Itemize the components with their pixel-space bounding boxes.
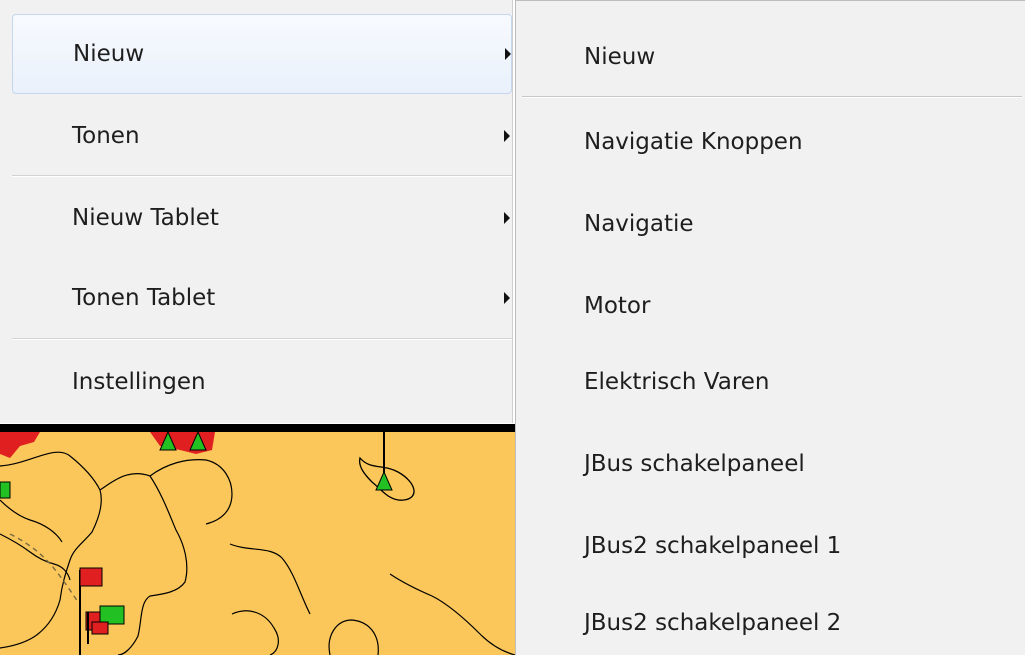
submenu-arrow-icon	[505, 48, 511, 60]
menu-item-tonen-tablet[interactable]: Tonen Tablet	[12, 258, 512, 338]
submenu-item-nieuw[interactable]: Nieuw	[516, 17, 1024, 97]
menu-item-label: Tonen Tablet	[72, 285, 216, 311]
green-flag	[99, 605, 125, 625]
submenu-item-jbus2-schakelpaneel-1[interactable]: JBus2 schakelpaneel 1	[516, 505, 1024, 587]
map-boundary-line	[229, 543, 311, 615]
submenu-item-label: Nieuw	[584, 44, 656, 70]
map-boundary-line	[328, 619, 379, 655]
submenu: Nieuw Navigatie Knoppen Navigatie Motor …	[515, 0, 1025, 655]
menu-item-label: Nieuw Tablet	[72, 205, 219, 231]
menu-separator	[12, 175, 512, 177]
submenu-item-motor[interactable]: Motor	[516, 265, 1024, 347]
menu-item-label: Instellingen	[72, 369, 206, 395]
submenu-item-elektrisch-varen[interactable]: Elektrisch Varen	[516, 341, 1024, 423]
red-flag	[91, 621, 109, 635]
map-graphic	[0, 424, 515, 655]
green-triangle-marker	[375, 470, 393, 491]
submenu-item-label: Motor	[584, 293, 651, 319]
map-boundary-line	[149, 459, 233, 525]
submenu-item-label: Elektrisch Varen	[584, 369, 770, 395]
submenu-item-navigatie[interactable]: Navigatie	[516, 183, 1024, 265]
submenu-item-label: JBus schakelpaneel	[584, 451, 805, 477]
map-boundary-line	[231, 610, 279, 655]
submenu-item-label: JBus2 schakelpaneel 1	[584, 533, 842, 559]
map-red-area	[150, 432, 215, 454]
menu-item-label: Tonen	[72, 123, 140, 149]
map-boundary-line	[0, 533, 71, 581]
submenu-item-navigatie-knoppen[interactable]: Navigatie Knoppen	[516, 101, 1024, 183]
map-boundary-line	[0, 499, 63, 543]
submenu-item-label: Navigatie	[584, 211, 694, 237]
red-flag	[79, 567, 103, 587]
menu-item-tonen[interactable]: Tonen	[12, 96, 512, 176]
menu-item-instellingen[interactable]: Instellingen	[12, 342, 512, 422]
menu-item-nieuw[interactable]: Nieuw	[12, 14, 512, 94]
submenu-item-jbus2-schakelpaneel-2[interactable]: JBus2 schakelpaneel 2	[516, 585, 1024, 655]
map-red-area	[0, 432, 40, 458]
menu-item-nieuw-tablet[interactable]: Nieuw Tablet	[12, 178, 512, 258]
map-boundary-line	[389, 573, 515, 655]
map-top-bar	[0, 424, 515, 432]
submenu-arrow-icon	[504, 212, 510, 224]
context-menu: Nieuw Tonen Nieuw Tablet Tonen Tablet In…	[0, 0, 513, 423]
submenu-item-jbus-schakelpaneel[interactable]: JBus schakelpaneel	[516, 423, 1024, 505]
submenu-separator	[522, 96, 1022, 98]
submenu-item-label: JBus2 schakelpaneel 2	[584, 610, 842, 636]
submenu-arrow-icon	[504, 292, 510, 304]
green-marker	[0, 481, 11, 499]
menu-item-label: Nieuw	[73, 41, 145, 67]
submenu-item-label: Navigatie Knoppen	[584, 129, 803, 155]
chart-map[interactable]	[0, 424, 515, 655]
screen: Nieuw Tonen Nieuw Tablet Tonen Tablet In…	[0, 0, 1025, 655]
submenu-arrow-icon	[504, 130, 510, 142]
menu-separator	[12, 338, 512, 340]
